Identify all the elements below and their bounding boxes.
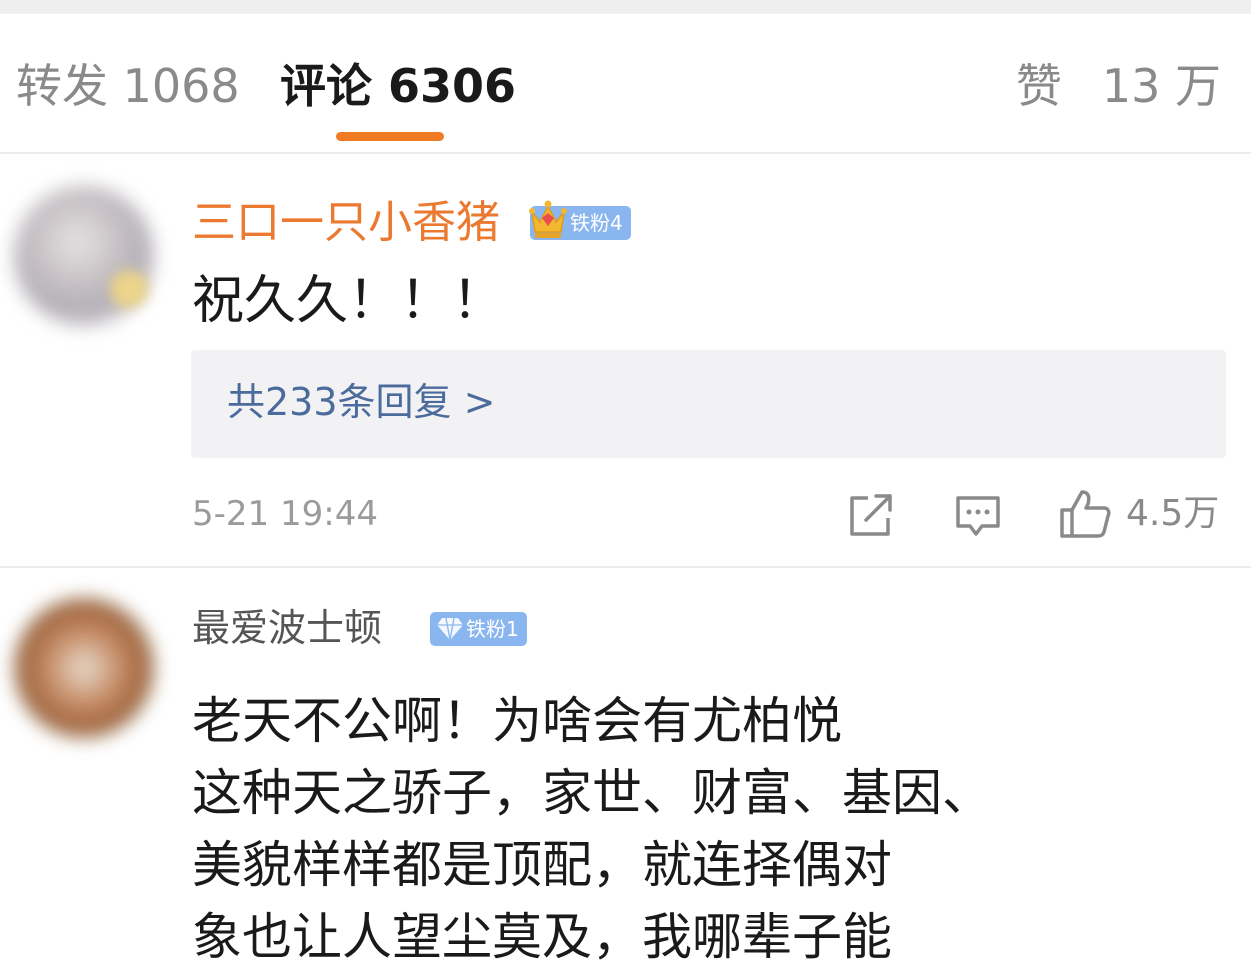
active-tab-indicator: [336, 132, 444, 141]
thumbs-up-icon: [1060, 490, 1111, 538]
share-button[interactable]: [846, 486, 896, 542]
top-strip: [0, 0, 1251, 14]
comment-icon: [956, 496, 1000, 536]
reply-button[interactable]: [952, 486, 1004, 542]
comment-text: 祝久久！！！: [192, 271, 505, 331]
avatar-verified-badge: [110, 270, 148, 308]
avatar[interactable]: [14, 598, 154, 738]
comment-item: 三口一只小香猪 铁粉4 祝久久！！！ 共233条回复 > 5-21 19:44: [0, 152, 1251, 566]
comment-timestamp: 5-21 19:44: [192, 494, 378, 534]
comment-text-line: 美貌样样都是顶配，就连择偶对: [192, 836, 892, 894]
like-count: 4.5万: [1126, 493, 1220, 534]
tab-repost[interactable]: 转发 1068: [16, 58, 240, 114]
tab-like[interactable]: 赞 13 万: [1016, 58, 1221, 114]
view-replies-link[interactable]: 共233条回复 >: [227, 376, 495, 428]
replies-box[interactable]: 共233条回复 >: [191, 350, 1226, 458]
diamond-icon: [437, 617, 463, 641]
comment-text-line: 象也让人望尘莫及，我哪辈子能: [192, 908, 892, 966]
comment-text-line: 老天不公啊！为啥会有尤柏悦: [192, 692, 842, 750]
comment-username[interactable]: 三口一只小香猪: [192, 196, 500, 250]
share-icon: [850, 494, 892, 536]
like-button[interactable]: 4.5万: [1058, 486, 1228, 542]
comment-username[interactable]: 最爱波士顿: [192, 604, 382, 652]
tab-like-label: 赞: [1015, 59, 1062, 113]
comment-text-line: 这种天之骄子，家世、财富、基因、: [192, 764, 992, 822]
crown-icon: [529, 200, 567, 238]
tab-bar: 转发 1068 评论 6306 赞 13 万: [0, 14, 1251, 154]
tab-comment[interactable]: 评论 6306: [280, 58, 516, 114]
comment-item: 最爱波士顿 铁粉1 老天不公啊！为啥会有尤柏悦 这种天之骄子，家世、财富、基因、…: [0, 566, 1251, 979]
tab-like-count: 13 万: [1101, 59, 1221, 113]
comment-text: 老天不公啊！为啥会有尤柏悦 这种天之骄子，家世、财富、基因、 美貌样样都是顶配，…: [192, 686, 992, 974]
